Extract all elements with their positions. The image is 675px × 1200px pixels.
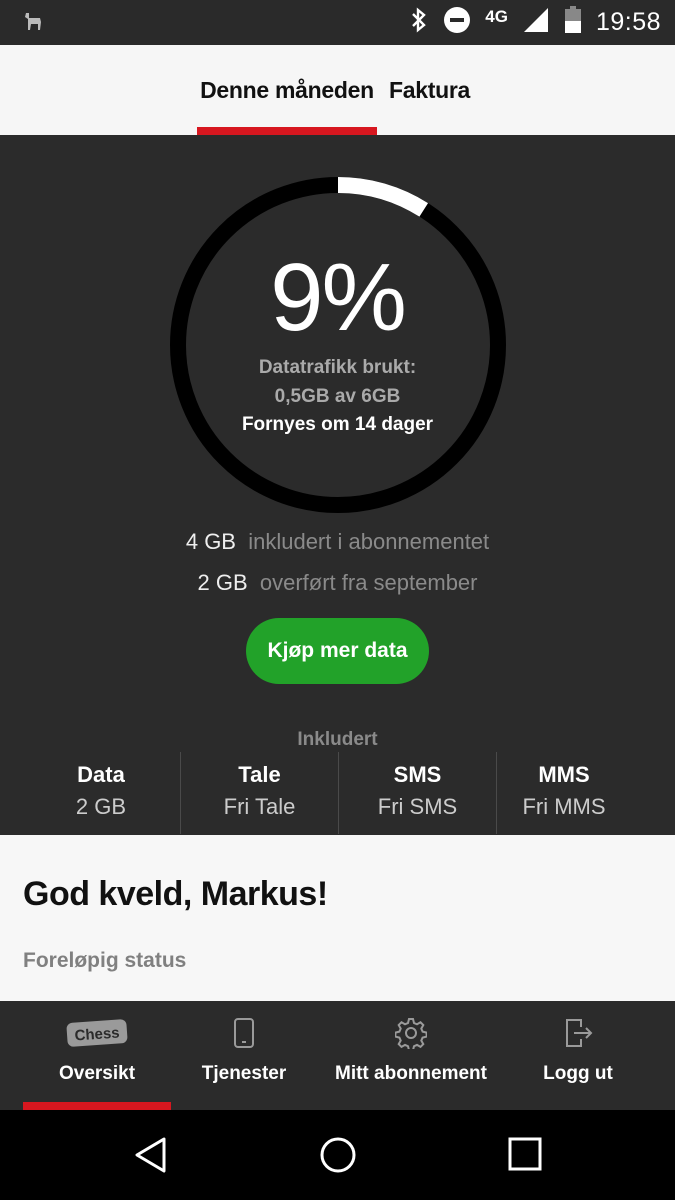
tab-invoice[interactable]: Faktura [382,45,477,135]
allocation-included: 4 GB inkludert i abonnementet [0,529,675,555]
allocation-amount: 4 GB [185,529,236,554]
logout-icon [562,1017,594,1054]
data-used-amount: 0,5GB av 6GB [274,386,401,407]
nav-item-logout[interactable]: Logg ut [520,1001,636,1110]
included-heading: Data [77,762,125,787]
renewal-text: Fornyes om 14 dager [241,414,434,435]
included-title: Inkludert [297,729,378,750]
nav-label: Tjenester [201,1063,287,1084]
signal-icon [522,6,550,39]
nav-label: Logg ut [543,1063,613,1084]
active-tab-indicator [197,127,377,135]
allocation-transferred: 2 GB overført fra september [0,570,675,596]
svg-text:Chess: Chess [74,1024,120,1044]
data-used-label: Datatrafikk brukt: [258,357,417,378]
home-icon[interactable] [319,1136,357,1179]
notification-llama-icon [22,10,46,39]
nav-item-my-subscription[interactable]: Mitt abonnement [326,1001,496,1110]
included-value: Fri MMS [522,794,606,819]
included-voice: Tale Fri Tale [181,752,338,834]
data-usage-panel: 9% Datatrafikk brukt: 0,5GB av 6GB Forny… [0,135,675,835]
nav-item-overview[interactable]: Chess Oversikt [23,1001,171,1110]
phone-icon [232,1017,256,1054]
buy-more-data-button[interactable]: Kjøp mer data [246,618,429,684]
top-tab-bar: Denne måneden Faktura [0,45,675,135]
allocation-description: overført fra september [259,570,478,595]
chess-logo-icon: Chess [65,1017,129,1054]
nav-label: Oversikt [58,1063,136,1084]
included-heading: MMS [538,762,590,787]
included-heading: Tale [238,762,281,787]
gear-icon [394,1017,428,1054]
included-heading: SMS [393,762,442,787]
do-not-disturb-icon [443,6,471,39]
included-value: 2 GB [75,794,127,819]
greeting-section: God kveld, Markus! Foreløpig status [0,835,675,1001]
included-mms: MMS Fri MMS [497,752,631,834]
back-icon[interactable] [133,1136,169,1179]
greeting-title: God kveld, Markus! [23,875,328,913]
clock: 19:58 [595,8,661,36]
allocation-description: inkludert i abonnementet [248,529,490,554]
allocation-amount: 2 GB [197,570,248,595]
included-value: Fri SMS [377,794,458,819]
nav-item-services[interactable]: Tjenester [180,1001,308,1110]
nav-label: Mitt abonnement [335,1063,487,1084]
battery-icon [564,6,582,39]
system-navigation-bar [0,1110,675,1200]
preliminary-status-label: Foreløpig status [23,949,187,972]
bottom-navigation: Chess Oversikt Tjenester Mitt abonnement [0,1001,675,1110]
included-data: Data 2 GB [22,752,180,834]
status-bar: 4G 19:58 [0,0,675,45]
active-nav-indicator [23,1102,171,1110]
usage-percent: 9% [270,244,407,351]
usage-ring-progress [337,177,429,217]
bluetooth-icon [409,7,429,38]
recents-icon[interactable] [507,1136,543,1177]
included-sms: SMS Fri SMS [339,752,496,834]
network-type: 4G [485,6,508,26]
tab-this-month[interactable]: Denne måneden [197,45,377,135]
included-value: Fri Tale [223,794,296,819]
